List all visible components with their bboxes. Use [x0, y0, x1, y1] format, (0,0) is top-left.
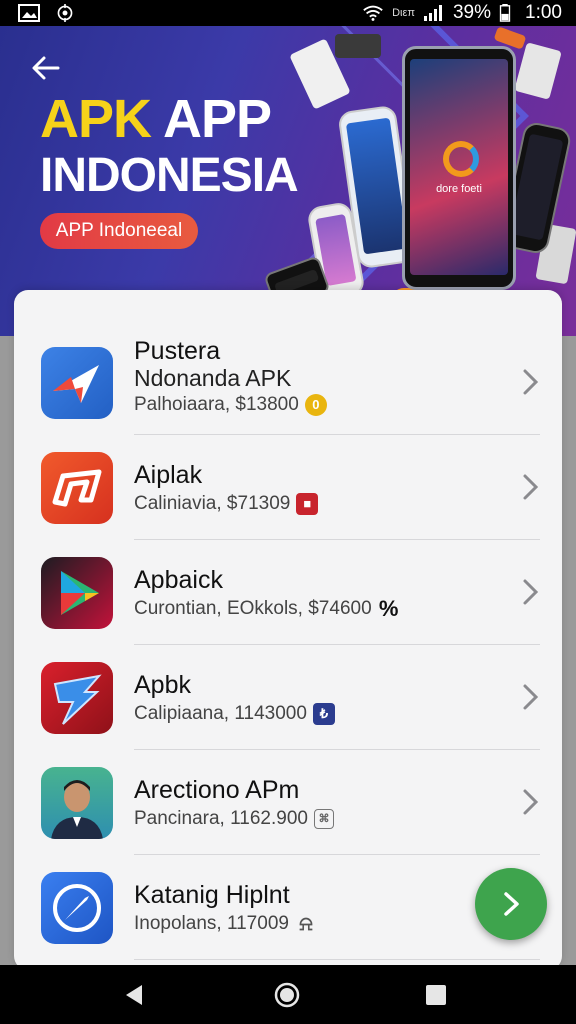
banner-title: APK APP [40, 88, 272, 150]
avatar-icon [41, 767, 113, 839]
back-icon[interactable] [120, 981, 148, 1009]
lightning-icon [41, 662, 113, 734]
coin-badge: 0 [304, 394, 327, 416]
list-item[interactable]: Arectiono APm Pancinara, 1162.900 ⌘ [14, 750, 562, 855]
tag-badge: ⍾ [299, 913, 313, 935]
decor-phone-main: dore foeti [402, 46, 516, 290]
app-meta-text: Pancinara, 1162.900 [134, 808, 308, 829]
app-title: Aiplak [134, 461, 203, 489]
chevron-right-icon [504, 892, 519, 916]
signal-icon [423, 5, 442, 21]
banner-pill-button[interactable]: APP Indoneeal [40, 213, 198, 249]
banner-subtitle: INDONESIA [40, 149, 299, 202]
recents-icon[interactable] [422, 981, 450, 1009]
back-arrow-icon[interactable] [28, 50, 64, 86]
list-item[interactable]: Apbk Calipiaana, 1143000 ₺ [14, 645, 562, 750]
network-label: Dιεπ [392, 7, 415, 19]
app-meta-text: Palhoiaara, $13800 [134, 394, 299, 416]
divider [134, 959, 540, 960]
list-item[interactable]: Aiplak Caliniavia, $71309 ■ [14, 435, 562, 540]
app-title: Arectiono APm [134, 776, 300, 804]
target-icon [57, 4, 73, 22]
phone-screen-label: dore foeti [436, 183, 482, 195]
app-list: Pustera Ndonanda APK Palhoiaara, $13800 0… [14, 290, 562, 970]
paper-plane-icon [41, 347, 113, 419]
app-meta: Curontian, EOkkols, $74600% [134, 598, 400, 620]
compass-icon [41, 872, 113, 944]
app-meta-text: Calipiaana, 1143000 [134, 703, 307, 725]
list-item[interactable]: Pustera Ndonanda APK Palhoiaara, $13800 0 [14, 330, 562, 435]
list-item[interactable]: Apbaick Curontian, EOkkols, $74600% [14, 540, 562, 645]
chevron-right-icon [523, 789, 539, 815]
app-title: Apbk [134, 671, 191, 699]
wifi-icon [363, 5, 383, 21]
clock: 1:00 [525, 2, 562, 23]
app-meta: Palhoiaara, $13800 0 [134, 394, 327, 416]
chevron-right-icon [523, 474, 539, 500]
gallery-icon [18, 4, 40, 22]
app-meta: Caliniavia, $71309 ■ [134, 493, 319, 515]
app-title: Katanig Hiplnt [134, 881, 290, 909]
app-meta-text: Inopolans, 117009 [134, 913, 289, 935]
status-bar: Dιεπ 39% 1:00 [0, 0, 576, 26]
app-logo-icon [41, 452, 113, 524]
app-subtitle: Ndonanda APK [134, 365, 292, 391]
app-title: Pustera [134, 337, 221, 365]
decor-tile [335, 34, 381, 58]
app-title: Apbaick [134, 566, 223, 594]
next-fab-button[interactable] [475, 868, 547, 940]
battery-icon [499, 4, 511, 22]
banner-title-accent: APK [40, 89, 152, 149]
chevron-right-icon [523, 369, 539, 395]
decor-tile [514, 42, 562, 100]
percent-badge: % [378, 596, 399, 621]
play-store-icon [41, 557, 113, 629]
tag-badge: ⌘ [313, 808, 334, 829]
banner-title-rest: APP [151, 89, 272, 149]
app-meta: Calipiaana, 1143000 ₺ [134, 703, 335, 725]
chevron-right-icon [523, 684, 539, 710]
app-meta: Pancinara, 1162.900 ⌘ [134, 808, 334, 830]
chevron-right-icon [523, 579, 539, 605]
tag-badge: ■ [296, 493, 319, 515]
system-nav-bar [0, 965, 576, 1024]
screen: Dιεπ 39% 1:00 APK APP INDONESIA APP Indo… [0, 0, 576, 1024]
app-meta: Inopolans, 117009 ⍾ [134, 913, 317, 935]
app-meta-text: Curontian, EOkkols, $74600 [134, 598, 372, 620]
app-meta-text: Caliniavia, $71309 [134, 493, 291, 515]
home-icon[interactable] [273, 981, 301, 1009]
battery-percent: 39% [452, 2, 492, 23]
tag-badge: ₺ [312, 703, 335, 725]
